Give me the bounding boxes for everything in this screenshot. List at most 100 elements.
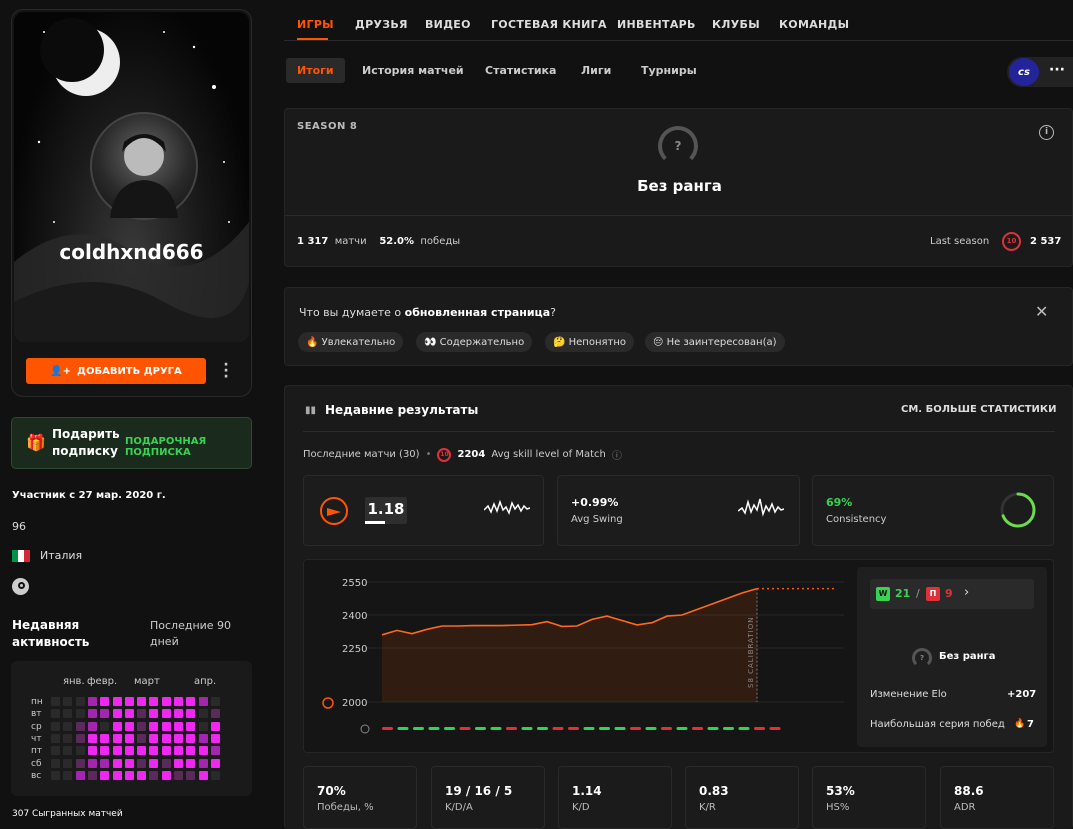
stat-card: 53% HS% (812, 766, 926, 829)
feedback-option[interactable]: 🤔 Непонятно (545, 332, 634, 352)
summary-rank: Без ранга (939, 651, 996, 662)
avatar-portrait (110, 134, 178, 218)
heatmap-cell (51, 697, 60, 706)
heatmap-cell (198, 721, 208, 731)
tab-4[interactable]: ГОСТЕВАЯ КНИГА (491, 18, 607, 31)
heatmap-cell (210, 697, 220, 706)
result-marker (521, 727, 533, 730)
avatar (90, 112, 198, 220)
stat-card: 19 / 16 / 5 K/D/A (431, 766, 545, 829)
heatmap-cell (149, 770, 159, 780)
stat-value: 53% (826, 784, 855, 798)
elo-change-value: +207 (1007, 689, 1037, 700)
y-tick-label: 2550 (342, 578, 367, 589)
result-marker (769, 727, 781, 730)
add-friend-button[interactable]: 👤+ ДОБАВИТЬ ДРУГА (26, 358, 206, 384)
info-icon[interactable]: ⓘ (612, 447, 622, 462)
matches-label: матчи (334, 236, 367, 247)
heatmap-cell (100, 721, 110, 731)
level-10-icon: 10 (1002, 232, 1021, 251)
gift-subscription-button[interactable]: 🎁 Подарить подписку ПОДАРОЧНАЯ ПОДПИСКА (11, 417, 252, 469)
heatmap-cell (124, 733, 134, 743)
heatmap-cell (100, 709, 110, 719)
feedback-question-text: Что вы думаете о (299, 306, 402, 319)
bar-chart-icon: ▮▮ (305, 405, 317, 416)
heatmap-cell (137, 758, 147, 768)
more-icon[interactable]: ··· (1049, 62, 1065, 78)
heatmap-cell (137, 746, 147, 756)
add-user-icon: 👤+ (50, 365, 72, 377)
heatmap-cell (87, 709, 97, 719)
main-content: ИГРЫ ДРУЗЬЯ ВИДЕО ГОСТЕВАЯ КНИГА ИНВЕНТАРЬ КЛ… (284, 0, 1073, 829)
last-matches-label: Последние матчи (30) (303, 449, 420, 460)
heatmap-cell (161, 770, 171, 780)
heatmap-cell (100, 770, 110, 780)
win-loss-record[interactable]: W 21 / П 9 › (870, 579, 1034, 609)
more-options-icon[interactable]: · · · (222, 358, 230, 384)
wins-label: победы (420, 236, 461, 247)
result-marker (506, 727, 517, 730)
stat-card: 70% Победы, % (303, 766, 417, 829)
rank-unknown-icon: ? (658, 126, 698, 166)
feedback-option[interactable]: 🔥 Увлекательно (298, 332, 404, 352)
heatmap-cell (112, 721, 122, 731)
heatmap-cell (149, 758, 159, 768)
last-matches-info: Последние матчи (30) • 10 2204 Avg skill… (303, 447, 622, 462)
close-icon[interactable]: ✕ (1035, 302, 1048, 321)
member-since: Участник с 27 мар. 2020 г. (12, 490, 166, 501)
subtab-5[interactable]: Турниры (641, 64, 697, 77)
heatmap-cell (63, 733, 73, 743)
y-tick-label: 2250 (342, 644, 367, 655)
stat-label: HS% (826, 802, 850, 813)
italy-flag-icon (12, 550, 30, 562)
tab-7[interactable]: КОМАНДЫ (779, 18, 849, 31)
heatmap-cell (112, 770, 122, 780)
heatmap-cell (137, 709, 147, 719)
heatmap-cell (137, 770, 147, 780)
avg-skill-value: 2204 (457, 449, 486, 460)
more-stats-link[interactable]: СМ. БОЛЬШЕ СТАТИСТИКИ (901, 404, 1056, 415)
heatmap-cell (112, 758, 122, 768)
feedback-option[interactable]: 👀 Содержательно (416, 332, 533, 352)
heatmap-cell (124, 721, 134, 731)
heatmap-cell (75, 746, 85, 756)
heatmap-cell (100, 697, 110, 706)
matches-played: 307 Сыгранных матчей (12, 809, 123, 819)
heatmap-cell (174, 697, 183, 706)
active-tab-indicator (297, 38, 328, 40)
heatmap-cell (174, 709, 183, 719)
rating-bar (365, 521, 385, 524)
info-icon[interactable]: i (1039, 125, 1054, 140)
stat-label: ADR (954, 802, 976, 813)
heatmap-cell (210, 758, 220, 768)
tab-1[interactable]: ИГРЫ (297, 18, 334, 31)
steam-icon[interactable] (12, 578, 29, 595)
subtab-3[interactable]: Статистика (485, 64, 556, 77)
weekday-label: вт (31, 709, 42, 720)
month-label: март (134, 676, 160, 687)
heatmap-cell (112, 697, 122, 706)
heatmap-cell (63, 770, 73, 780)
heatmap-cell (198, 758, 208, 768)
y-tick-label: 2400 (342, 611, 367, 622)
tab-2[interactable]: ДРУЗЬЯ (355, 18, 408, 31)
result-marker (707, 727, 719, 730)
stat-card: 0.83 K/R (685, 766, 799, 829)
tabs-divider (284, 40, 1073, 41)
heatmap-cell (137, 733, 147, 743)
result-marker (754, 727, 765, 730)
feedback-option[interactable]: 😔 Не заинтересован(а) (645, 332, 785, 352)
subtab-4[interactable]: Лиги (581, 64, 611, 77)
separator-dot: • (425, 449, 432, 460)
tab-5[interactable]: ИНВЕНТАРЬ (617, 18, 696, 31)
subtab-1[interactable]: Итоги (286, 58, 345, 83)
result-marker (568, 727, 579, 730)
result-marker (428, 727, 440, 730)
stat-label: Победы, % (317, 802, 374, 813)
weekday-label: ср (31, 721, 42, 732)
tab-3[interactable]: ВИДЕО (425, 18, 471, 31)
heatmap-cell (124, 746, 134, 756)
tab-6[interactable]: КЛУБЫ (712, 18, 760, 31)
game-selector[interactable]: cs ··· (1007, 57, 1073, 87)
subtab-2[interactable]: История матчей (362, 64, 464, 77)
